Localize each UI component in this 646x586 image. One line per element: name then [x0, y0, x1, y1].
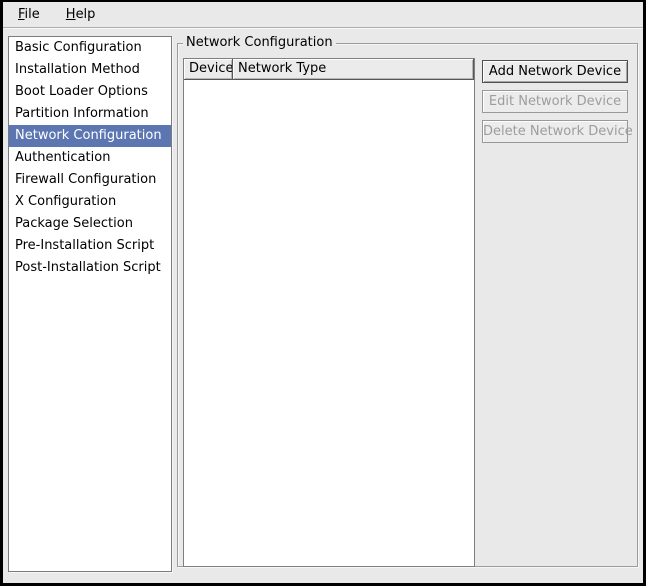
sidebar-item-installation-method[interactable]: Installation Method — [9, 59, 171, 81]
edit-network-device-button[interactable]: Edit Network Device — [482, 90, 628, 113]
frame-title: Network Configuration — [183, 35, 336, 51]
table-header-row: Device Network Type — [184, 59, 474, 81]
menu-file[interactable]: File — [14, 5, 44, 24]
delete-network-device-button[interactable]: Delete Network Device — [482, 120, 628, 143]
column-header-device[interactable]: Device — [183, 58, 233, 80]
sidebar-item-firewall-configuration[interactable]: Firewall Configuration — [9, 169, 171, 191]
column-header-network-type[interactable]: Network Type — [232, 58, 474, 80]
sidebar-item-basic-configuration[interactable]: Basic Configuration — [9, 37, 171, 59]
sidebar-item-post-installation-script[interactable]: Post-Installation Script — [9, 257, 171, 279]
network-device-table-body[interactable] — [184, 80, 474, 566]
network-device-table[interactable]: Device Network Type — [183, 58, 475, 567]
category-list[interactable]: Basic Configuration Installation Method … — [8, 36, 172, 572]
menu-help[interactable]: Help — [62, 5, 100, 24]
sidebar-item-authentication[interactable]: Authentication — [9, 147, 171, 169]
sidebar-item-pre-installation-script[interactable]: Pre-Installation Script — [9, 235, 171, 257]
sidebar-item-partition-information[interactable]: Partition Information — [9, 103, 171, 125]
sidebar-item-package-selection[interactable]: Package Selection — [9, 213, 171, 235]
menu-bar: File Help — [3, 2, 643, 28]
sidebar-item-network-configuration[interactable]: Network Configuration — [9, 125, 171, 147]
add-network-device-button[interactable]: Add Network Device — [482, 60, 628, 83]
sidebar-item-boot-loader-options[interactable]: Boot Loader Options — [9, 81, 171, 103]
kickstart-configurator-window: File Help Basic Configuration Installati… — [0, 0, 646, 586]
sidebar-item-x-configuration[interactable]: X Configuration — [9, 191, 171, 213]
